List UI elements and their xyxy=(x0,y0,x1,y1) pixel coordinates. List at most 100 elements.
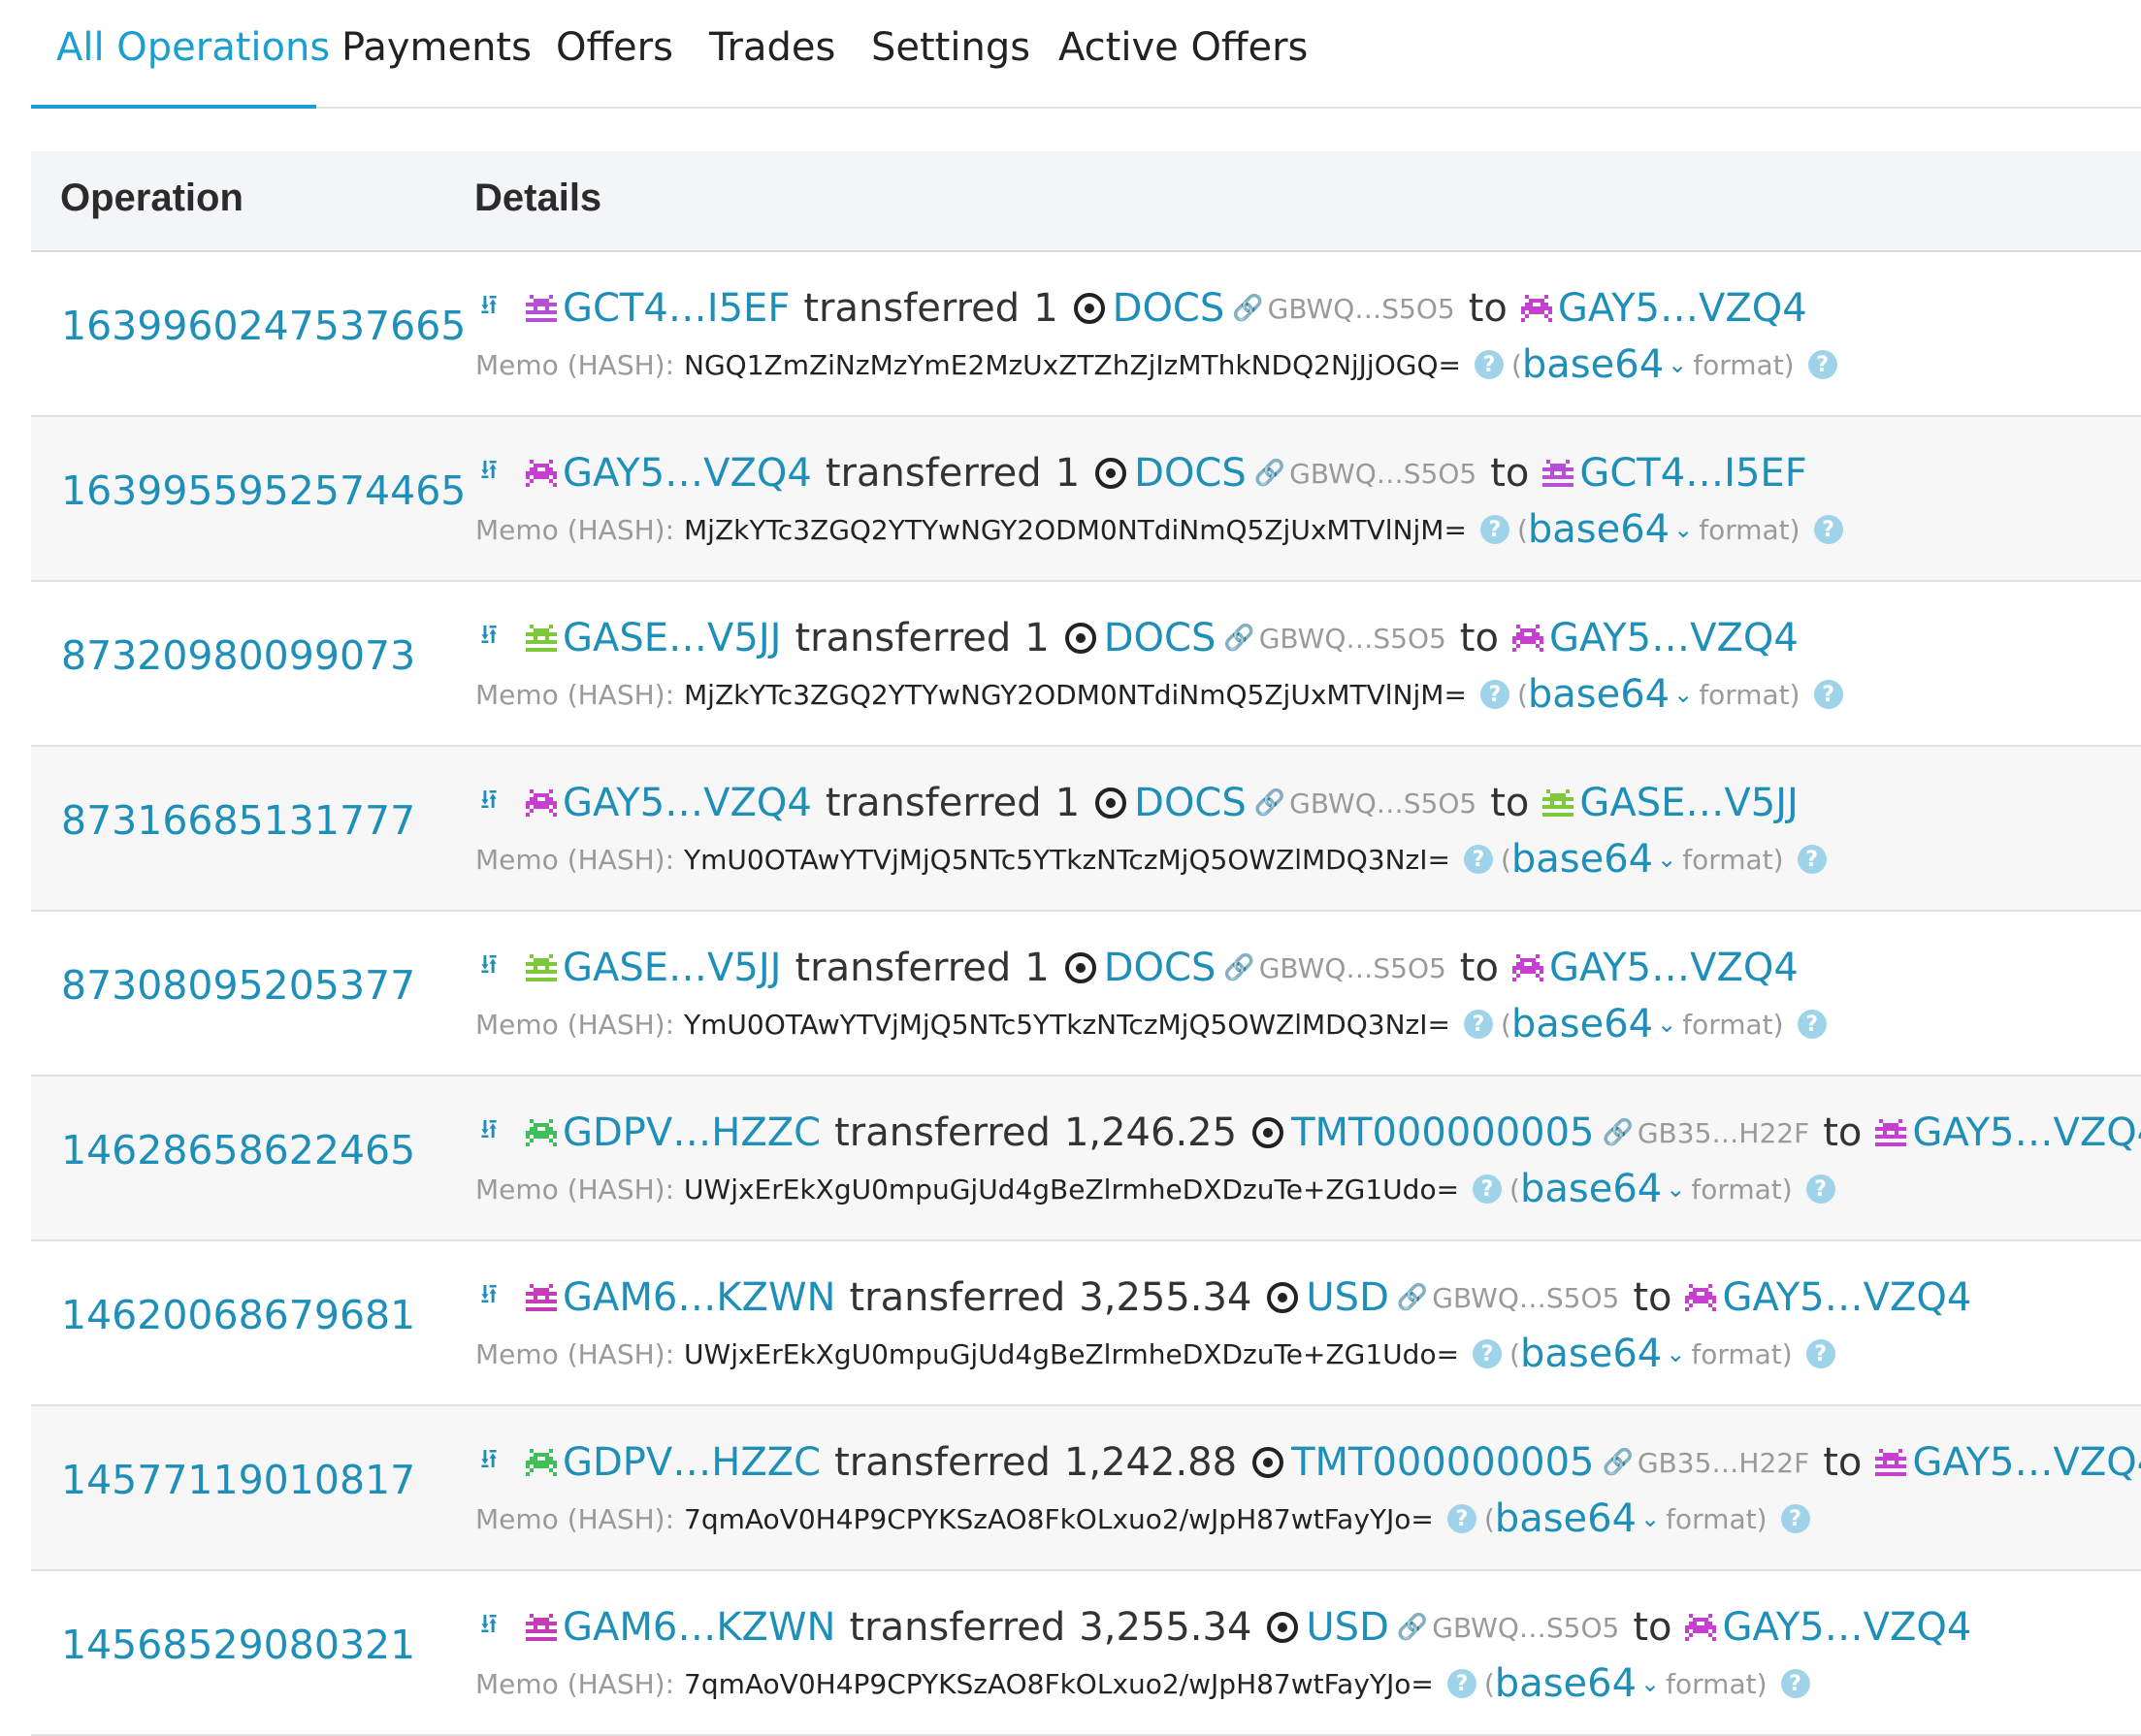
tab-settings[interactable]: Settings xyxy=(871,25,1030,70)
asset-code-link[interactable]: TMT000000005 xyxy=(1291,1440,1594,1485)
memo-format-dropdown[interactable]: base64 xyxy=(1520,1332,1662,1376)
to-account-link[interactable]: GAY5…VZQ4 xyxy=(1912,1110,2141,1155)
asset-issuer[interactable]: GBWQ…S5O5 xyxy=(1259,952,1446,984)
from-account-link[interactable]: GAM6…KZWN xyxy=(563,1605,835,1650)
memo-help-icon[interactable]: ? xyxy=(1474,350,1504,379)
memo-format-dropdown[interactable]: base64 xyxy=(1528,507,1670,552)
operation-id-link[interactable]: 14577119010817 xyxy=(61,1457,415,1503)
to-account-link[interactable]: GASE…V5JJ xyxy=(1579,781,1798,825)
expand-chevron-icon[interactable]: ⭿ xyxy=(475,1439,503,1486)
memo-format-dropdown[interactable]: base64 xyxy=(1511,1002,1653,1046)
operation-id-link[interactable]: 87308095205377 xyxy=(61,962,415,1009)
memo-format-dropdown[interactable]: base64 xyxy=(1495,1496,1637,1541)
asset-code-link[interactable]: DOCS xyxy=(1134,781,1247,825)
chevron-down-icon[interactable]: ⌄ xyxy=(1673,516,1693,543)
tab-trades[interactable]: Trades xyxy=(709,25,835,70)
format-help-icon[interactable]: ? xyxy=(1805,1174,1835,1204)
memo-help-icon[interactable]: ? xyxy=(1463,1010,1493,1039)
memo-format-dropdown[interactable]: base64 xyxy=(1511,837,1653,882)
to-account-link[interactable]: GCT4…I5EF xyxy=(1579,451,1806,496)
memo-help-icon[interactable]: ? xyxy=(1473,1339,1503,1368)
chevron-down-icon[interactable]: ⌄ xyxy=(1666,1175,1685,1203)
memo-help-icon[interactable]: ? xyxy=(1446,1669,1476,1698)
operation-id-link[interactable]: 14568529080321 xyxy=(61,1622,415,1668)
expand-chevron-icon[interactable]: ⭿ xyxy=(475,1274,503,1321)
chevron-down-icon[interactable]: ⌄ xyxy=(1668,351,1687,378)
expand-chevron-icon[interactable]: ⭿ xyxy=(475,285,503,332)
expand-chevron-icon[interactable]: ⭿ xyxy=(475,945,503,991)
expand-chevron-icon[interactable]: ⭿ xyxy=(475,1604,503,1651)
to-account-link[interactable]: GAY5…VZQ4 xyxy=(1549,946,1799,990)
chevron-down-icon[interactable]: ⌄ xyxy=(1673,681,1693,708)
asset-issuer[interactable]: GBWQ…S5O5 xyxy=(1432,1612,1619,1644)
asset-code-link[interactable]: DOCS xyxy=(1134,451,1247,496)
memo-help-icon[interactable]: ? xyxy=(1446,1504,1476,1533)
tab-active-offers[interactable]: Active Offers xyxy=(1058,25,1308,70)
operation-id-link[interactable]: 14620068679681 xyxy=(61,1292,415,1338)
from-account-link[interactable]: GASE…V5JJ xyxy=(563,946,781,990)
operation-id-link[interactable]: 87316685131777 xyxy=(61,797,415,844)
asset-code-link[interactable]: DOCS xyxy=(1104,616,1216,660)
expand-chevron-icon[interactable]: ⭿ xyxy=(475,615,503,661)
chevron-down-icon[interactable]: ⌄ xyxy=(1666,1340,1685,1367)
to-account-link[interactable]: GAY5…VZQ4 xyxy=(1722,1605,1971,1650)
memo-help-icon[interactable]: ? xyxy=(1479,515,1509,544)
from-account-link[interactable]: GASE…V5JJ xyxy=(563,616,781,660)
expand-chevron-icon[interactable]: ⭿ xyxy=(475,450,503,497)
memo-format-dropdown[interactable]: base64 xyxy=(1528,672,1670,717)
asset-code-link[interactable]: DOCS xyxy=(1104,946,1216,990)
format-help-icon[interactable]: ? xyxy=(1797,1010,1827,1039)
memo-format-dropdown[interactable]: base64 xyxy=(1520,1167,1662,1211)
memo-format-dropdown[interactable]: base64 xyxy=(1522,342,1664,387)
tab-payments[interactable]: Payments xyxy=(341,25,532,70)
expand-chevron-icon[interactable]: ⭿ xyxy=(475,780,503,826)
format-help-icon[interactable]: ? xyxy=(1813,680,1843,709)
from-account-link[interactable]: GAY5…VZQ4 xyxy=(563,451,812,496)
chevron-down-icon[interactable]: ⌄ xyxy=(1640,1670,1660,1697)
operation-summary: ⭿ GDPV…HZZC transferred 1,246.25 TMT0000… xyxy=(475,1106,2141,1160)
asset-issuer[interactable]: GB35…H22F xyxy=(1638,1117,1809,1149)
memo-help-icon[interactable]: ? xyxy=(1463,845,1493,874)
from-account-link[interactable]: GDPV…HZZC xyxy=(563,1440,821,1485)
to-word: to xyxy=(1459,616,1499,660)
format-help-icon[interactable]: ? xyxy=(1780,1504,1810,1533)
tab-offers[interactable]: Offers xyxy=(556,25,673,70)
asset-code-link[interactable]: TMT000000005 xyxy=(1291,1110,1594,1155)
chevron-down-icon[interactable]: ⌄ xyxy=(1657,1011,1676,1038)
memo-help-icon[interactable]: ? xyxy=(1473,1174,1503,1204)
asset-code-link[interactable]: DOCS xyxy=(1113,286,1225,331)
to-account-link[interactable]: GAY5…VZQ4 xyxy=(1912,1440,2141,1485)
chevron-down-icon[interactable]: ⌄ xyxy=(1657,846,1676,873)
operation-id-link[interactable]: 1639955952574465 xyxy=(61,467,466,514)
asset-issuer[interactable]: GBWQ…S5O5 xyxy=(1289,458,1476,490)
memo-help-icon[interactable]: ? xyxy=(1479,680,1509,709)
format-paren: ( xyxy=(1483,1667,1495,1700)
asset-issuer[interactable]: GB35…H22F xyxy=(1638,1447,1809,1479)
format-help-icon[interactable]: ? xyxy=(1797,845,1827,874)
format-help-icon[interactable]: ? xyxy=(1780,1669,1810,1698)
asset-issuer[interactable]: GBWQ…S5O5 xyxy=(1259,623,1446,655)
operation-id-link[interactable]: 14628658622465 xyxy=(61,1127,415,1173)
format-help-icon[interactable]: ? xyxy=(1807,350,1837,379)
operation-id-link[interactable]: 87320980099073 xyxy=(61,632,415,679)
format-help-icon[interactable]: ? xyxy=(1805,1339,1835,1368)
to-account-link[interactable]: GAY5…VZQ4 xyxy=(1549,616,1799,660)
tab-all-operations[interactable]: All Operations xyxy=(56,25,330,70)
to-account-avatar-icon xyxy=(1511,625,1543,652)
to-account-link[interactable]: GAY5…VZQ4 xyxy=(1558,286,1807,331)
from-account-link[interactable]: GCT4…I5EF xyxy=(563,286,790,331)
asset-issuer[interactable]: GBWQ…S5O5 xyxy=(1289,788,1476,820)
expand-chevron-icon[interactable]: ⭿ xyxy=(475,1109,503,1156)
from-account-link[interactable]: GDPV…HZZC xyxy=(563,1110,821,1155)
from-account-link[interactable]: GAY5…VZQ4 xyxy=(563,781,812,825)
asset-code-link[interactable]: USD xyxy=(1306,1275,1388,1320)
memo-format-dropdown[interactable]: base64 xyxy=(1495,1661,1637,1706)
operation-id-link[interactable]: 1639960247537665 xyxy=(61,303,466,349)
format-help-icon[interactable]: ? xyxy=(1813,515,1843,544)
asset-code-link[interactable]: USD xyxy=(1306,1605,1388,1650)
asset-issuer[interactable]: GBWQ…S5O5 xyxy=(1268,293,1455,325)
chevron-down-icon[interactable]: ⌄ xyxy=(1640,1505,1660,1532)
to-account-link[interactable]: GAY5…VZQ4 xyxy=(1722,1275,1971,1320)
from-account-link[interactable]: GAM6…KZWN xyxy=(563,1275,835,1320)
asset-issuer[interactable]: GBWQ…S5O5 xyxy=(1432,1282,1619,1314)
